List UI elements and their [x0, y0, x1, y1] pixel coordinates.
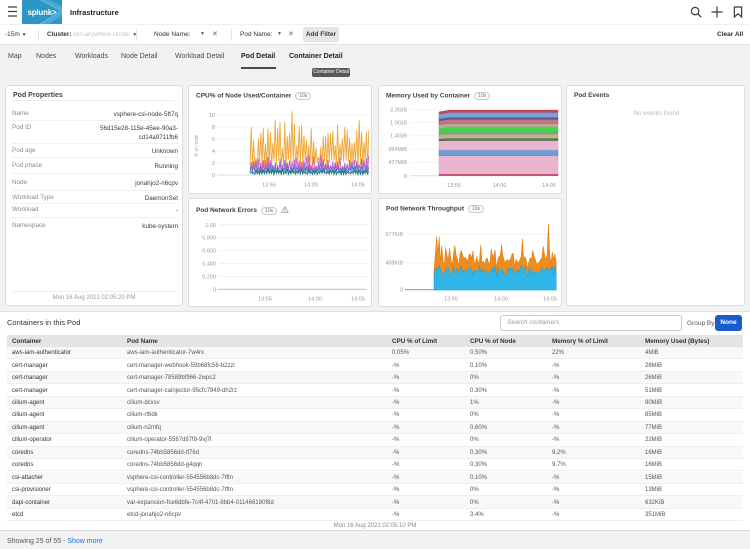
svg-text:13:55: 13:55 [444, 297, 458, 303]
svg-text:14:05: 14:05 [351, 297, 365, 303]
svg-text:13:55: 13:55 [262, 183, 276, 189]
svg-text:14:00: 14:00 [493, 183, 507, 189]
svg-text:1.00: 1.00 [205, 223, 216, 229]
svg-text:0: 0 [404, 174, 407, 180]
svg-text:0.400: 0.400 [202, 262, 216, 268]
svg-text:10: 10 [209, 113, 215, 119]
svg-text:% of node: % of node [194, 135, 200, 158]
svg-text:2: 2 [212, 161, 215, 167]
svg-text:0.800: 0.800 [202, 236, 216, 242]
svg-text:1.4GiB: 1.4GiB [390, 134, 407, 140]
svg-text:0.600: 0.600 [202, 249, 216, 255]
svg-text:13:55: 13:55 [258, 297, 272, 303]
svg-text:14:00: 14:00 [494, 297, 508, 303]
svg-text:2.3GiB: 2.3GiB [390, 107, 407, 113]
svg-text:14:05: 14:05 [543, 297, 557, 303]
svg-text:0: 0 [212, 173, 215, 179]
svg-text:0.200: 0.200 [202, 274, 216, 280]
svg-text:6: 6 [212, 137, 215, 143]
svg-text:8: 8 [212, 125, 215, 131]
svg-text:0: 0 [213, 287, 216, 293]
svg-text:14:05: 14:05 [351, 183, 365, 189]
svg-text:14:00: 14:00 [308, 297, 322, 303]
svg-text:4: 4 [212, 149, 215, 155]
svg-text:954MiB: 954MiB [388, 147, 407, 153]
svg-text:14:00: 14:00 [304, 183, 318, 189]
svg-text:13:55: 13:55 [447, 183, 461, 189]
svg-text:0: 0 [400, 288, 403, 294]
svg-text:977KiB: 977KiB [385, 232, 403, 238]
svg-text:1.9GiB: 1.9GiB [390, 121, 407, 127]
svg-text:488KiB: 488KiB [385, 261, 403, 267]
svg-text:477MiB: 477MiB [388, 160, 407, 166]
svg-text:14:05: 14:05 [542, 183, 556, 189]
